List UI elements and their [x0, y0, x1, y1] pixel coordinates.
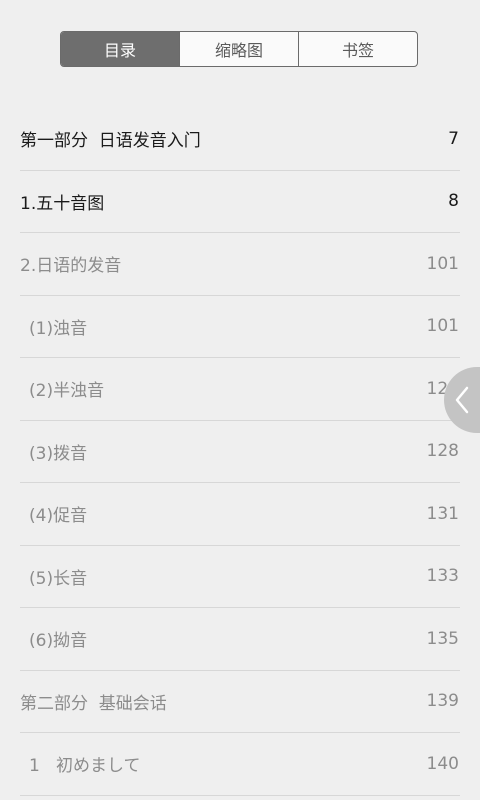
toc-item-title: 1.五十音图: [20, 193, 105, 214]
toc-item[interactable]: 1 初めまして 140: [20, 733, 460, 796]
toc-item-page: 101: [426, 253, 459, 274]
toc-item[interactable]: 第二部分 基础会话 139: [20, 671, 460, 733]
toc-item-title: (6)拗音: [29, 631, 88, 652]
toc-item-page: 8: [448, 191, 459, 212]
toc-item[interactable]: 1.五十音图 8: [20, 171, 460, 233]
tab-thumbnails[interactable]: 缩略图: [179, 32, 298, 66]
toc-item-page: 131: [426, 503, 459, 524]
toc-list: 第一部分 日语发音入门 7 1.五十音图 8 2.日语的发音 101 (1)浊音…: [20, 108, 460, 796]
toc-item-title: (2)半浊音: [29, 381, 105, 402]
toc-item-page: 139: [426, 691, 459, 712]
toc-item-title: (4)促音: [29, 506, 88, 527]
toc-item-page: 7: [448, 128, 459, 149]
toc-item-title: (5)长音: [29, 568, 88, 589]
chevron-left-icon: [455, 386, 469, 414]
toc-item-page: 101: [426, 316, 459, 337]
toc-item[interactable]: 第一部分 日语发音入门 7: [20, 108, 460, 171]
toc-item-page: 135: [426, 628, 459, 649]
toc-item-page: 133: [426, 566, 459, 587]
toc-item-title: (3)拨音: [29, 443, 88, 464]
tab-bar: 目录 缩略图 书签: [60, 31, 418, 67]
tab-bookmarks[interactable]: 书签: [298, 32, 417, 66]
toc-item-title: 2.日语的发音: [20, 256, 122, 277]
toc-item-page: 128: [426, 441, 459, 462]
toc-item-title: 第一部分 日语发音入门: [20, 131, 201, 152]
toc-item-title: 1 初めまして: [29, 756, 141, 777]
toc-item[interactable]: (4)促音 131: [20, 483, 460, 546]
toc-item[interactable]: (2)半浊音 122: [20, 358, 460, 421]
toc-item-title: (1)浊音: [29, 318, 88, 339]
toc-item[interactable]: (1)浊音 101: [20, 296, 460, 358]
toc-item[interactable]: (3)拨音 128: [20, 421, 460, 483]
toc-item[interactable]: 2.日语的发音 101: [20, 233, 460, 296]
tab-contents[interactable]: 目录: [61, 32, 179, 66]
toc-item[interactable]: (6)拗音 135: [20, 608, 460, 671]
toc-item-page: 140: [426, 753, 459, 774]
toc-item-title: 第二部分 基础会话: [20, 693, 167, 714]
toc-item[interactable]: (5)长音 133: [20, 546, 460, 608]
